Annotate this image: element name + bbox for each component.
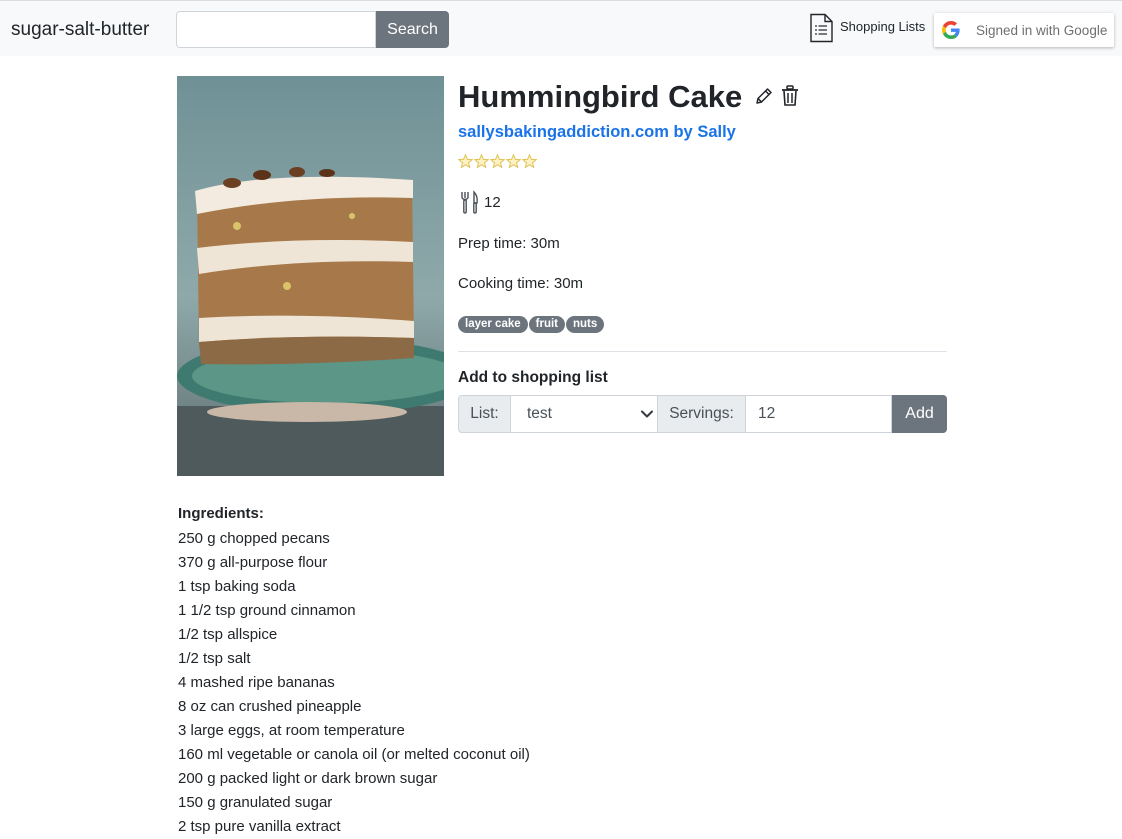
trash-icon[interactable] [780, 85, 800, 107]
ingredient-item: 200 g packed light or dark brown sugar [178, 770, 438, 787]
search-input[interactable] [176, 11, 376, 48]
list-select-value: test [527, 405, 552, 422]
section-divider [458, 351, 947, 352]
shopping-lists-link[interactable]: Shopping Lists [808, 13, 925, 43]
document-list-icon [810, 13, 833, 43]
list-select[interactable]: test [511, 395, 658, 433]
ingredients-list: 250 g chopped pecans 370 g all-purpose f… [178, 527, 530, 839]
ingredient-item: 370 g all-purpose flour [178, 554, 328, 571]
star-icon[interactable] [458, 154, 473, 169]
ingredient-item: 2 tsp pure vanilla extract [178, 818, 341, 835]
recipe-source-link[interactable]: sallysbakingaddiction.com by Sally [458, 123, 736, 142]
shopping-lists-label: Shopping Lists [840, 19, 926, 34]
ingredient-item: 4 mashed ripe bananas [178, 674, 335, 691]
google-signin-label: Signed in with Google [976, 22, 1108, 38]
chevron-down-icon [641, 410, 653, 418]
ingredient-item: 1/2 tsp allspice [178, 626, 278, 643]
star-icon[interactable] [506, 154, 521, 169]
tag-badge[interactable]: fruit [528, 316, 565, 333]
ingredients-heading: Ingredients: [178, 505, 264, 522]
ingredient-item: 160 ml vegetable or canola oil (or melte… [178, 746, 530, 763]
add-to-list-form: List: test Servings: Add [458, 395, 947, 433]
servings-yield: 12 [460, 190, 501, 214]
tag-list: layer cake fruit nuts [458, 316, 605, 333]
ingredient-item: 150 g granulated sugar [178, 794, 333, 811]
ingredient-item: 250 g chopped pecans [178, 530, 330, 547]
pencil-icon[interactable] [754, 86, 774, 106]
add-to-list-heading: Add to shopping list [458, 369, 608, 386]
star-icon[interactable] [490, 154, 505, 169]
servings-count: 12 [484, 193, 501, 211]
recipe-photo [177, 76, 444, 476]
star-icon[interactable] [474, 154, 489, 169]
recipe-title: Hummingbird Cake [458, 79, 743, 114]
ingredient-item: 1 1/2 tsp ground cinnamon [178, 602, 356, 619]
tag-badge[interactable]: layer cake [458, 316, 528, 333]
google-signin-button[interactable]: Signed in with Google [934, 13, 1114, 47]
prep-time: Prep time: 30m [458, 235, 560, 252]
ingredient-item: 3 large eggs, at room temperature [178, 722, 405, 739]
cooking-time: Cooking time: 30m [458, 275, 584, 292]
servings-label: Servings: [658, 395, 746, 433]
star-icon[interactable] [522, 154, 537, 169]
ingredient-item: 1/2 tsp salt [178, 650, 251, 667]
search-button[interactable]: Search [376, 11, 449, 48]
servings-input[interactable] [746, 395, 892, 433]
brand-logo[interactable]: sugar-salt-butter [11, 19, 149, 41]
utensils-icon [461, 190, 478, 214]
ingredient-item: 8 oz can crushed pineapple [178, 698, 362, 715]
ingredients-section: Ingredients: 250 g chopped pecans 370 g … [178, 503, 530, 839]
google-logo-icon [942, 21, 960, 39]
star-rating[interactable] [458, 154, 537, 169]
navbar: sugar-salt-butter Search Shopping Lists … [0, 0, 1122, 56]
list-label: List: [458, 395, 511, 433]
add-button[interactable]: Add [892, 395, 947, 433]
tag-badge[interactable]: nuts [566, 316, 605, 333]
ingredient-item: 1 tsp baking soda [178, 578, 296, 595]
